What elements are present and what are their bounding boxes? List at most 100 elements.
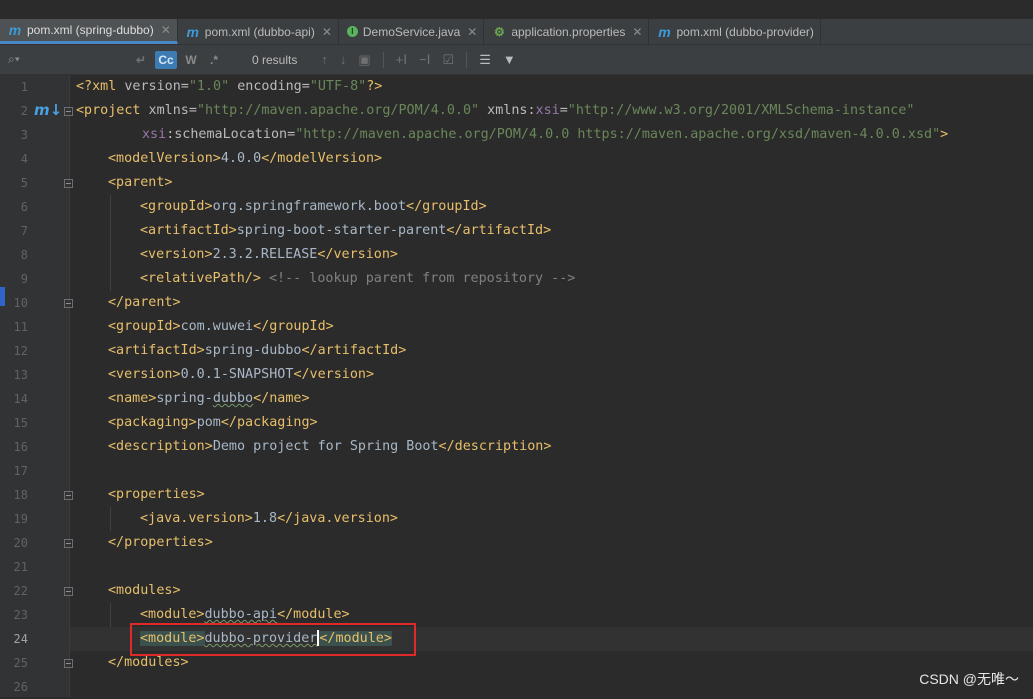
previous-occurrence-icon[interactable]: ↑: [321, 52, 328, 67]
maven-icon: m: [8, 22, 22, 38]
find-toolbar: ⌕▾ ↵ Cc W .* 0 results ↑ ↓ ▣ +Ⅰ −Ⅰ ☑ ☰ ▼: [0, 45, 1033, 75]
maven-icon: m: [186, 23, 199, 40]
line-number: 1: [20, 80, 28, 94]
tab-pom-dubbo-api[interactable]: m pom.xml (dubbo-api) ✕: [178, 19, 339, 44]
close-icon[interactable]: ✕: [322, 25, 332, 39]
code-token: xmlns:: [479, 103, 536, 118]
find-in-selection-icon[interactable]: ☰: [479, 52, 491, 68]
code-line[interactable]: <version>0.0.1-SNAPSHOT</version>: [70, 363, 1033, 387]
maven-overrides-icon[interactable]: m↓: [34, 101, 62, 119]
code-line[interactable]: [70, 459, 1033, 483]
code-token: <parent>: [108, 175, 173, 190]
code-text: <java.version>1.8</java.version>: [140, 507, 398, 531]
code-token: "http://www.w3.org/2001/XMLSchema-instan…: [567, 103, 915, 118]
code-line[interactable]: <relativePath/> <!-- lookup parent from …: [70, 267, 1033, 291]
code-line[interactable]: xsi:schemaLocation="http://maven.apache.…: [70, 123, 1033, 147]
code-line[interactable]: [70, 555, 1033, 579]
code-text: <properties>: [108, 483, 205, 507]
code-line[interactable]: <groupId>com.wuwei</groupId>: [70, 315, 1033, 339]
line-number: 23: [13, 608, 28, 622]
code-token: <!-- lookup parent from repository -->: [260, 271, 576, 286]
code-line[interactable]: </parent>: [70, 291, 1033, 315]
open-in-window-icon[interactable]: ▣: [358, 52, 370, 68]
code-token: =: [559, 103, 568, 118]
close-icon[interactable]: ✕: [161, 23, 171, 37]
line-number: 19: [13, 512, 28, 526]
code-token: <project: [76, 103, 141, 118]
code-token: :schemaLocation=: [166, 127, 296, 142]
line-number: 15: [13, 416, 28, 430]
code-text: <artifactId>spring-dubbo</artifactId>: [108, 339, 406, 363]
line-number: 13: [13, 368, 28, 382]
close-icon[interactable]: ✕: [632, 25, 642, 39]
code-line[interactable]: <modules>: [70, 579, 1033, 603]
code-line[interactable]: <properties>: [70, 483, 1033, 507]
words-toggle[interactable]: W: [182, 51, 200, 69]
search-icon: ⌕▾: [8, 52, 20, 66]
code-line[interactable]: </properties>: [70, 531, 1033, 555]
java-interface-icon: I: [346, 26, 358, 37]
line-number: 11: [13, 320, 28, 334]
line-number: 16: [13, 440, 28, 454]
code-token: "1.0": [188, 79, 230, 94]
code-token: </modelVersion>: [261, 151, 383, 166]
code-token: <module>: [140, 607, 205, 622]
code-line[interactable]: <version>2.3.2.RELEASE</version>: [70, 243, 1033, 267]
code-editor[interactable]: <?xml version="1.0" encoding="UTF-8"?> <p…: [70, 75, 1033, 697]
maven-icon: m: [658, 23, 671, 40]
tab-application-properties[interactable]: ⚙ application.properties ✕: [484, 19, 650, 44]
code-text: <version>2.3.2.RELEASE</version>: [140, 243, 398, 267]
code-text: xsi:schemaLocation="http://maven.apache.…: [142, 123, 948, 147]
close-icon[interactable]: ✕: [467, 25, 477, 39]
next-occurrence-icon[interactable]: ↓: [340, 52, 347, 67]
editor-tab-bar: m pom.xml (spring-dubbo) ✕ m pom.xml (du…: [0, 19, 1033, 45]
code-line[interactable]: <?xml version="1.0" encoding="UTF-8"?>: [70, 75, 1033, 99]
code-token: <groupId>: [108, 319, 181, 334]
code-line[interactable]: <project xmlns="http://maven.apache.org/…: [70, 99, 1033, 123]
code-token: version=: [124, 79, 189, 94]
code-text: <?xml version="1.0" encoding="UTF-8"?>: [76, 75, 382, 99]
code-line[interactable]: <description>Demo project for Spring Boo…: [70, 435, 1033, 459]
code-token: <name>: [108, 391, 157, 406]
add-occurrence-icon[interactable]: +Ⅰ: [396, 52, 407, 68]
remove-occurrence-icon[interactable]: −Ⅰ: [419, 52, 430, 68]
code-line[interactable]: <groupId>org.springframework.boot</group…: [70, 195, 1033, 219]
highlight-annotation-box: [130, 623, 416, 656]
line-number: 18: [13, 488, 28, 502]
tab-pom-dubbo-provider[interactable]: m pom.xml (dubbo-provider): [649, 19, 821, 44]
code-text: <modules>: [108, 579, 181, 603]
code-line[interactable]: <modelVersion>4.0.0</modelVersion>: [70, 147, 1033, 171]
filter-icon[interactable]: ▼: [503, 52, 516, 67]
code-line[interactable]: [70, 675, 1033, 699]
properties-icon: ⚙: [493, 24, 505, 39]
code-line[interactable]: <name>spring-dubbo</name>: [70, 387, 1033, 411]
tab-pom-spring-dubbo[interactable]: m pom.xml (spring-dubbo) ✕: [0, 19, 178, 44]
match-case-toggle[interactable]: Cc: [155, 50, 177, 69]
code-token: </name>: [253, 391, 310, 406]
tab-label: pom.xml (dubbo-provider): [676, 24, 814, 39]
tab-demo-service[interactable]: I DemoService.java ✕: [339, 19, 485, 44]
code-token: </modules>: [108, 655, 189, 670]
code-token: pom: [196, 415, 221, 430]
code-line[interactable]: <artifactId>spring-dubbo</artifactId>: [70, 339, 1033, 363]
code-line[interactable]: <artifactId>spring-boot-starter-parent</…: [70, 219, 1033, 243]
code-line[interactable]: <packaging>pom</packaging>: [70, 411, 1033, 435]
line-number: 24: [13, 632, 28, 646]
search-input[interactable]: ⌕▾ ↵ Cc W .*: [0, 45, 228, 74]
code-token: encoding=: [229, 79, 310, 94]
code-line[interactable]: <parent>: [70, 171, 1033, 195]
tab-label: pom.xml (dubbo-api): [204, 24, 315, 39]
code-text: <modelVersion>4.0.0</modelVersion>: [108, 147, 382, 171]
code-token: 2.3.2.RELEASE: [212, 247, 318, 262]
code-token: <modelVersion>: [108, 151, 221, 166]
line-number: 12: [13, 344, 28, 358]
code-token: <packaging>: [108, 415, 197, 430]
regex-toggle[interactable]: .*: [205, 51, 223, 69]
code-token: <version>: [108, 367, 181, 382]
code-token: "http://maven.apache.org/POM/4.0.0 https…: [295, 127, 941, 142]
code-token: </description>: [438, 439, 552, 454]
line-number: 7: [20, 224, 28, 238]
line-number: 5: [20, 176, 28, 190]
code-line[interactable]: <java.version>1.8</java.version>: [70, 507, 1033, 531]
select-all-occurrences-icon[interactable]: ☑: [443, 52, 455, 68]
